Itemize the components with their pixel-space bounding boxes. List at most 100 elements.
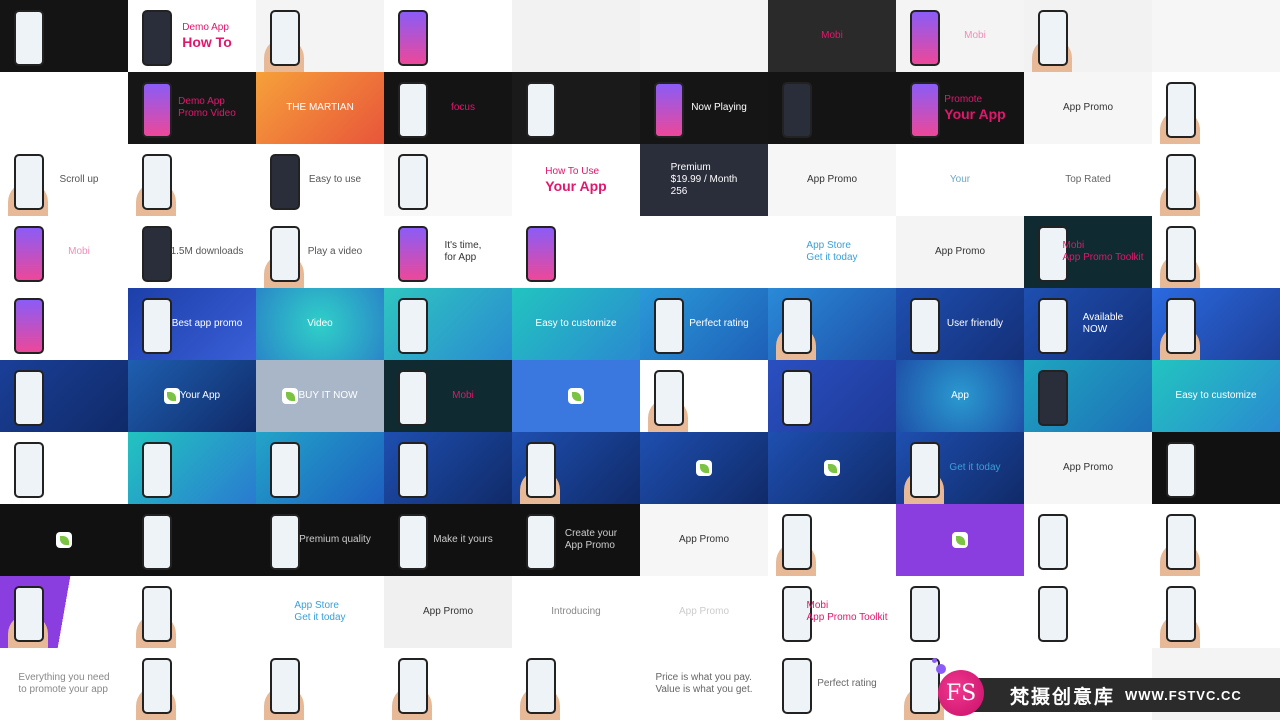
thumbnail[interactable]: [128, 432, 256, 504]
thumbnail[interactable]: [1152, 0, 1280, 72]
thumbnail[interactable]: [0, 288, 128, 360]
thumbnail[interactable]: [384, 432, 512, 504]
thumbnail[interactable]: Scroll up: [0, 144, 128, 216]
thumbnail[interactable]: [0, 0, 128, 72]
thumbnail[interactable]: [512, 432, 640, 504]
thumbnail[interactable]: Mobi: [896, 0, 1024, 72]
thumbnail[interactable]: Price is what you pay. Value is what you …: [640, 648, 768, 720]
thumbnail[interactable]: [1024, 576, 1152, 648]
thumbnail[interactable]: [1024, 504, 1152, 576]
thumbnail[interactable]: [512, 0, 640, 72]
thumbnail[interactable]: Premium quality: [256, 504, 384, 576]
thumbnail[interactable]: Mobi: [384, 360, 512, 432]
thumbnail[interactable]: focus: [384, 72, 512, 144]
thumbnail[interactable]: [384, 0, 512, 72]
thumbnail[interactable]: Play a video: [256, 216, 384, 288]
thumbnail[interactable]: App Promo: [1024, 432, 1152, 504]
thumbnail[interactable]: [0, 432, 128, 504]
thumbnail[interactable]: [768, 432, 896, 504]
thumbnail[interactable]: Top Rated: [1024, 144, 1152, 216]
thumbnail[interactable]: Introducing: [512, 576, 640, 648]
thumbnail[interactable]: Mobi App Promo Toolkit: [1024, 216, 1152, 288]
thumbnail[interactable]: Promote Your App: [896, 72, 1024, 144]
thumbnail[interactable]: App Promo: [768, 144, 896, 216]
thumbnail[interactable]: App: [896, 360, 1024, 432]
thumbnail[interactable]: Perfect rating: [640, 288, 768, 360]
thumbnail[interactable]: [768, 504, 896, 576]
thumbnail[interactable]: [768, 72, 896, 144]
thumbnail[interactable]: [384, 144, 512, 216]
thumbnail[interactable]: [1152, 216, 1280, 288]
thumbnail[interactable]: [384, 288, 512, 360]
thumbnail[interactable]: [0, 72, 128, 144]
thumbnail[interactable]: [1024, 0, 1152, 72]
phone-mockup: [270, 514, 300, 570]
thumbnail[interactable]: [128, 576, 256, 648]
thumbnail[interactable]: [0, 576, 128, 648]
thumbnail[interactable]: [896, 504, 1024, 576]
thumbnail[interactable]: [512, 648, 640, 720]
thumbnail[interactable]: [640, 360, 768, 432]
thumbnail[interactable]: Available NOW: [1024, 288, 1152, 360]
thumbnail[interactable]: App Promo: [1024, 72, 1152, 144]
thumbnail[interactable]: Get it today: [896, 432, 1024, 504]
thumbnail[interactable]: App Promo: [384, 576, 512, 648]
thumbnail[interactable]: [896, 576, 1024, 648]
thumbnail[interactable]: Video: [256, 288, 384, 360]
thumbnail[interactable]: Demo App How To: [128, 0, 256, 72]
thumbnail[interactable]: 1.5M downloads: [128, 216, 256, 288]
thumbnail[interactable]: [0, 504, 128, 576]
thumbnail[interactable]: [768, 360, 896, 432]
thumbnail[interactable]: [1152, 576, 1280, 648]
thumbnail[interactable]: Your: [896, 144, 1024, 216]
thumbnail[interactable]: Easy to customize: [1152, 360, 1280, 432]
thumbnail[interactable]: [768, 288, 896, 360]
thumbnail[interactable]: Demo App Promo Video: [128, 72, 256, 144]
thumbnail[interactable]: BUY IT NOW: [256, 360, 384, 432]
thumbnail[interactable]: [384, 648, 512, 720]
thumbnail[interactable]: [640, 432, 768, 504]
thumbnail[interactable]: User friendly: [896, 288, 1024, 360]
thumbnail[interactable]: Easy to customize: [512, 288, 640, 360]
thumbnail[interactable]: Create your App Promo: [512, 504, 640, 576]
thumbnail[interactable]: App Store Get it today: [768, 216, 896, 288]
thumbnail[interactable]: [512, 360, 640, 432]
thumbnail[interactable]: [256, 432, 384, 504]
thumbnail[interactable]: How To Use Your App: [512, 144, 640, 216]
thumbnail[interactable]: Best app promo: [128, 288, 256, 360]
thumbnail[interactable]: Mobi: [768, 0, 896, 72]
thumbnail[interactable]: [640, 0, 768, 72]
thumbnail[interactable]: [1024, 360, 1152, 432]
thumbnail[interactable]: [128, 648, 256, 720]
thumbnail[interactable]: [1152, 432, 1280, 504]
thumbnail[interactable]: [128, 504, 256, 576]
thumbnail[interactable]: Easy to use: [256, 144, 384, 216]
thumbnail[interactable]: [128, 144, 256, 216]
thumbnail[interactable]: It's time, for App: [384, 216, 512, 288]
thumbnail[interactable]: [256, 648, 384, 720]
thumbnail[interactable]: App Promo: [896, 216, 1024, 288]
caption-line: Premium: [670, 162, 711, 173]
thumbnail[interactable]: [0, 360, 128, 432]
thumbnail[interactable]: [1152, 144, 1280, 216]
thumbnail[interactable]: Everything you need to promote your app: [0, 648, 128, 720]
thumbnail[interactable]: [1152, 72, 1280, 144]
thumbnail[interactable]: Mobi App Promo Toolkit: [768, 576, 896, 648]
thumbnail[interactable]: Now Playing: [640, 72, 768, 144]
thumbnail[interactable]: App Store Get it today: [256, 576, 384, 648]
thumbnail[interactable]: Mobi: [0, 216, 128, 288]
thumbnail[interactable]: Your App: [128, 360, 256, 432]
thumbnail[interactable]: Perfect rating: [768, 648, 896, 720]
thumbnail[interactable]: [1152, 288, 1280, 360]
thumbnail[interactable]: [256, 0, 384, 72]
thumbnail[interactable]: THE MARTIAN: [256, 72, 384, 144]
thumbnail[interactable]: [512, 216, 640, 288]
thumbnail[interactable]: [512, 72, 640, 144]
thumbnail-caption: App Promo: [1063, 462, 1113, 474]
thumbnail[interactable]: Premium $19.99 / Month 256: [640, 144, 768, 216]
thumbnail[interactable]: Make it yours: [384, 504, 512, 576]
thumbnail[interactable]: App Promo: [640, 576, 768, 648]
thumbnail[interactable]: [640, 216, 768, 288]
thumbnail[interactable]: [1152, 504, 1280, 576]
thumbnail[interactable]: App Promo: [640, 504, 768, 576]
